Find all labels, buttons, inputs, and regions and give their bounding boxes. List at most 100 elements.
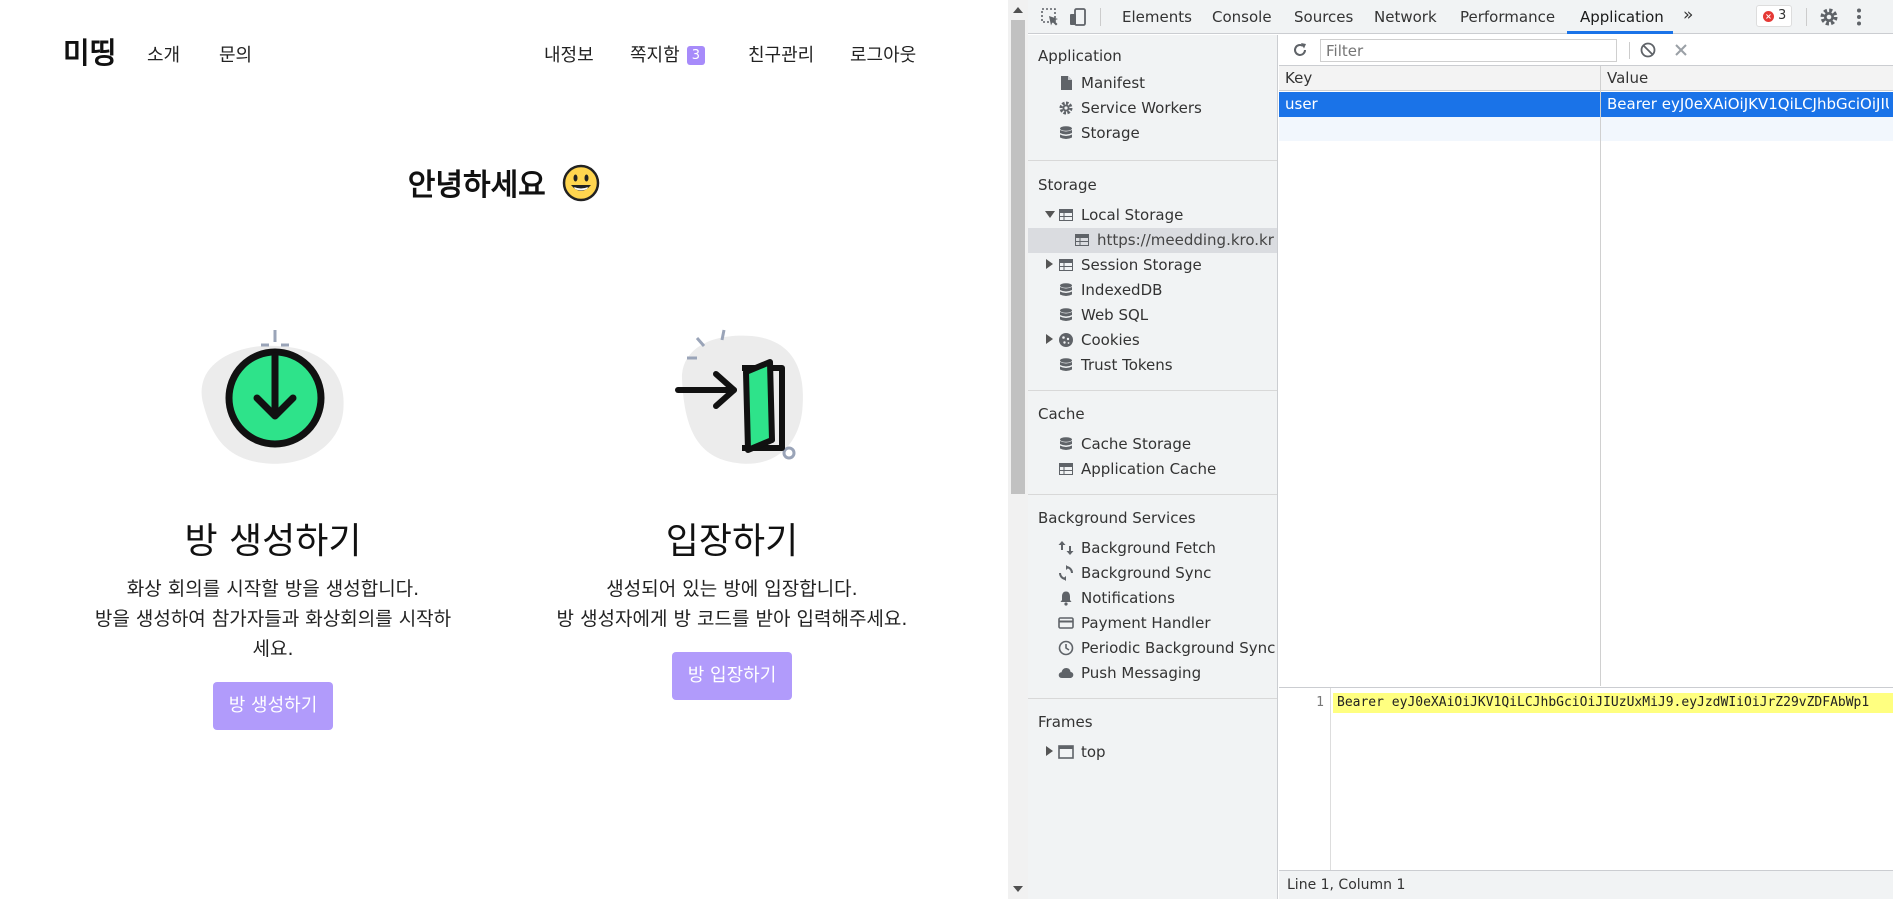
sidebar-item-label: Web SQL bbox=[1081, 306, 1149, 324]
storage-toolbar bbox=[1279, 35, 1893, 66]
smiley-emoji-icon bbox=[562, 164, 600, 202]
sidebar-section-application: Application bbox=[1038, 47, 1122, 65]
table-grid-icon bbox=[1059, 259, 1073, 271]
database-icon bbox=[1060, 126, 1072, 139]
brand-logo[interactable]: 미띵 bbox=[63, 30, 116, 72]
table-grid-icon bbox=[1059, 463, 1073, 475]
tab-application[interactable]: Application bbox=[1580, 8, 1664, 26]
scroll-up-arrow-icon[interactable] bbox=[1013, 7, 1023, 13]
inspect-element-icon[interactable] bbox=[1039, 6, 1061, 28]
line-number-gutter: 1 bbox=[1279, 688, 1331, 876]
clear-all-icon[interactable] bbox=[1639, 41, 1657, 59]
sidebar-item-label: Trust Tokens bbox=[1081, 356, 1173, 374]
tab-network[interactable]: Network bbox=[1374, 8, 1437, 26]
greeting-text: 안녕하세요 bbox=[407, 168, 546, 203]
sidebar-item-label: top bbox=[1081, 743, 1106, 761]
join-room-button[interactable]: 방 입장하기 bbox=[671, 652, 793, 700]
cookie-icon bbox=[1059, 333, 1073, 347]
table-row-empty bbox=[1279, 117, 1893, 141]
top-navbar: 미띵 소개 문의 내정보 쪽지함 3 친구관리 로그아웃 bbox=[0, 0, 1008, 104]
join-room-desc-line: 방 생성자에게 방 코드를 받아 입력해주세요. bbox=[556, 608, 908, 630]
nav-logout-link[interactable]: 로그아웃 bbox=[850, 41, 916, 67]
table-grid-icon bbox=[1059, 209, 1073, 221]
line-number: 1 bbox=[1316, 695, 1324, 710]
scroll-down-arrow-icon[interactable] bbox=[1013, 886, 1023, 892]
status-bar: Line 1, Column 1 bbox=[1279, 870, 1893, 899]
sidebar-item-label: Local Storage bbox=[1081, 206, 1184, 224]
sidebar-section-frames: Frames bbox=[1038, 713, 1093, 731]
refresh-icon[interactable] bbox=[1291, 41, 1309, 59]
value-preview-code[interactable]: Bearer eyJ0eXAiOiJKV1QiLCJhbGciOiJIUzUxM… bbox=[1333, 693, 1893, 713]
sidebar-item-label: https://meedding.kro.kr bbox=[1097, 231, 1274, 249]
settings-gear-icon[interactable] bbox=[1818, 6, 1840, 28]
column-divider[interactable] bbox=[1600, 66, 1601, 686]
database-icon bbox=[1060, 283, 1072, 296]
table-row[interactable]: user Bearer eyJ0eXAiOiJKV1QiLCJhbGciOiJI… bbox=[1279, 92, 1893, 117]
join-room-illustration-icon bbox=[675, 329, 803, 464]
nav-inbox-link[interactable]: 쪽지함 3 bbox=[630, 41, 705, 67]
nav-contact-link[interactable]: 문의 bbox=[219, 41, 252, 67]
application-sidebar: Application Manifest Service Workers Sto… bbox=[1028, 35, 1278, 899]
tab-console[interactable]: Console bbox=[1212, 8, 1272, 26]
tab-elements[interactable]: Elements bbox=[1122, 8, 1192, 26]
sidebar-item-label: Application Cache bbox=[1081, 460, 1217, 478]
expand-arrow-icon[interactable] bbox=[1046, 746, 1053, 756]
inbox-count-badge: 3 bbox=[686, 46, 705, 65]
clock-icon bbox=[1058, 640, 1074, 656]
sidebar-item-label: Storage bbox=[1081, 124, 1140, 142]
devtools-panel: Elements Console Sources Network Perform… bbox=[1028, 0, 1893, 899]
cloud-icon bbox=[1058, 668, 1074, 678]
local-storage-view: Key Value user Bearer eyJ0eXAiOiJKV1QiLC… bbox=[1279, 35, 1893, 899]
more-tabs-icon[interactable]: » bbox=[1683, 5, 1693, 25]
sync-icon bbox=[1059, 565, 1073, 581]
nav-inbox-label: 쪽지함 bbox=[630, 45, 680, 66]
tab-sources[interactable]: Sources bbox=[1294, 8, 1353, 26]
device-toolbar-icon[interactable] bbox=[1067, 6, 1089, 28]
expand-arrow-icon[interactable] bbox=[1045, 211, 1055, 218]
filter-input[interactable] bbox=[1320, 39, 1617, 62]
sidebar-divider bbox=[1028, 390, 1277, 391]
create-room-desc-line: 세요. bbox=[252, 638, 294, 660]
sidebar-section-storage: Storage bbox=[1038, 176, 1097, 194]
up-down-arrows-icon bbox=[1058, 541, 1074, 555]
window-frame-icon bbox=[1058, 745, 1074, 759]
web-page: 미띵 소개 문의 내정보 쪽지함 3 친구관리 로그아웃 안녕하세요 방 생성하기 bbox=[0, 0, 1008, 899]
expand-arrow-icon[interactable] bbox=[1046, 334, 1053, 344]
row-key-cell: user bbox=[1285, 95, 1318, 113]
more-options-kebab-icon[interactable] bbox=[1848, 6, 1870, 28]
create-room-illustration-icon bbox=[201, 330, 344, 464]
page-scrollbar-thumb[interactable] bbox=[1011, 20, 1025, 494]
column-header-value[interactable]: Value bbox=[1601, 66, 1893, 91]
delete-selected-icon[interactable] bbox=[1673, 42, 1689, 58]
sidebar-item-label: Background Sync bbox=[1081, 564, 1212, 582]
toolbar-divider bbox=[1100, 8, 1101, 26]
error-icon: × bbox=[1763, 11, 1774, 22]
sidebar-item-label: Background Fetch bbox=[1081, 539, 1216, 557]
sidebar-item-label: Manifest bbox=[1081, 74, 1146, 92]
database-icon bbox=[1060, 437, 1072, 450]
create-room-button[interactable]: 방 생성하기 bbox=[212, 682, 334, 730]
sidebar-item-label: Payment Handler bbox=[1081, 614, 1211, 632]
error-count: 3 bbox=[1778, 8, 1787, 23]
sidebar-divider bbox=[1028, 698, 1277, 699]
create-room-desc-line: 방을 생성하여 참가자들과 화상회의를 시작하 bbox=[94, 608, 452, 630]
devtools-tab-bar: Elements Console Sources Network Perform… bbox=[1028, 0, 1893, 34]
database-icon bbox=[1060, 308, 1072, 321]
sidebar-item-label: Cookies bbox=[1081, 331, 1140, 349]
nav-friends-link[interactable]: 친구관리 bbox=[748, 41, 814, 67]
table-grid-icon bbox=[1075, 234, 1089, 246]
expand-arrow-icon[interactable] bbox=[1046, 259, 1053, 269]
nav-profile-link[interactable]: 내정보 bbox=[544, 41, 594, 67]
sidebar-item-label: Periodic Background Sync bbox=[1081, 639, 1276, 657]
toolbar-divider bbox=[1629, 42, 1630, 59]
tab-performance[interactable]: Performance bbox=[1460, 8, 1555, 26]
page-scrollbar[interactable] bbox=[1008, 0, 1028, 899]
column-header-key[interactable]: Key bbox=[1279, 66, 1600, 91]
credit-card-icon bbox=[1058, 617, 1074, 629]
error-count-badge[interactable]: × 3 bbox=[1756, 5, 1792, 27]
join-room-desc-line: 생성되어 있는 방에 입장합니다. bbox=[606, 578, 858, 600]
active-tab-indicator bbox=[1567, 31, 1673, 34]
bell-icon bbox=[1060, 591, 1072, 606]
nav-about-link[interactable]: 소개 bbox=[147, 41, 180, 67]
row-value-cell: Bearer eyJ0eXAiOiJKV1QiLCJhbGciOiJIUzUx.… bbox=[1607, 95, 1889, 113]
